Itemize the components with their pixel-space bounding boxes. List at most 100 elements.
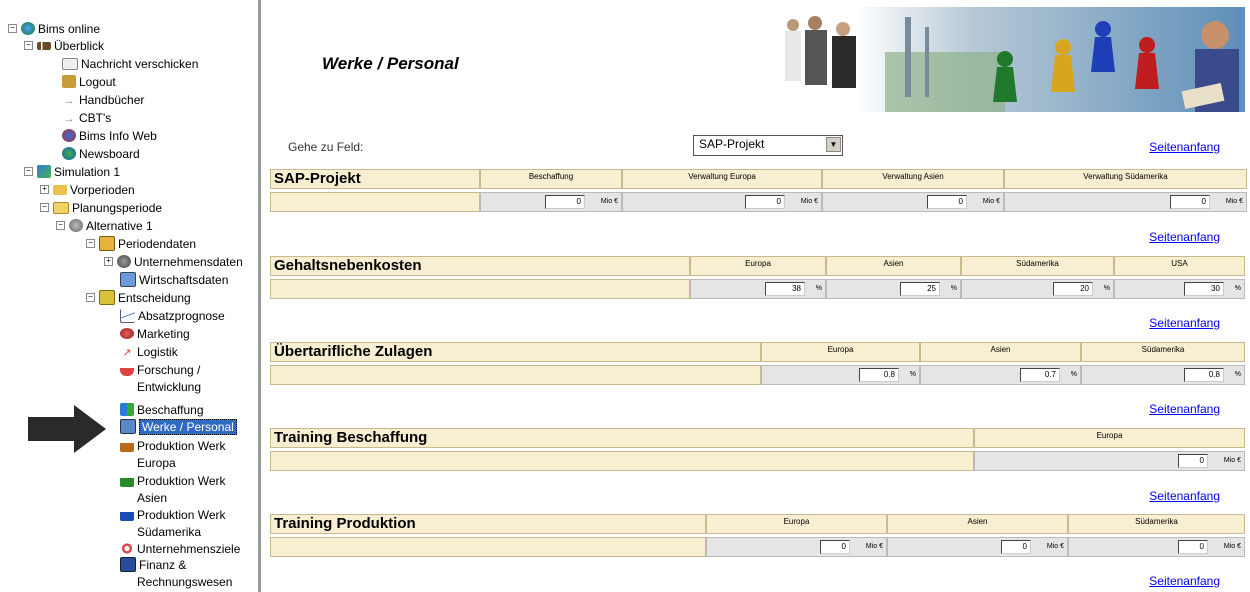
tree-item-unternehmensziele[interactable]: Unternehmensziele <box>120 540 240 556</box>
section-title: Übertarifliche Zulagen <box>270 342 761 362</box>
top-link[interactable]: Seitenanfang <box>1149 402 1220 416</box>
unit-label: Mio € <box>1223 543 1241 550</box>
logout-icon <box>62 75 76 89</box>
unit-label: % <box>1070 371 1077 378</box>
value-input[interactable]: 0 <box>820 540 850 554</box>
alternative-icon <box>69 219 83 233</box>
value-input[interactable]: 0 <box>745 195 785 209</box>
top-link[interactable]: Seitenanfang <box>1149 230 1220 244</box>
unit-label: Mio € <box>982 198 1000 205</box>
column-header: Südamerika <box>961 256 1114 276</box>
economy-icon <box>120 272 136 288</box>
column-header: Asien <box>887 514 1068 534</box>
expand-toggle-icon[interactable]: + <box>104 257 113 267</box>
folder-open-icon <box>53 201 69 214</box>
collapse-toggle-icon[interactable]: − <box>86 293 95 303</box>
value-input[interactable]: 0 <box>927 195 967 209</box>
tree-item-handbuecher[interactable]: → Handbücher <box>62 91 145 108</box>
personnel-icon <box>120 419 136 435</box>
collapse-toggle-icon[interactable]: − <box>24 41 33 51</box>
banner-image <box>785 7 1245 112</box>
section-title: Training Beschaffung <box>270 428 974 448</box>
tree-item-beschaffung[interactable]: Beschaffung <box>120 401 204 417</box>
tree-item-logout[interactable]: Logout <box>62 73 116 89</box>
newsboard-icon <box>62 147 76 161</box>
tree-item-forschung[interactable]: Forschung / Entwicklung <box>120 361 201 394</box>
page-title: Werke / Personal <box>322 54 459 73</box>
value-input[interactable]: 25 <box>900 282 940 296</box>
unit-label: Mio € <box>800 198 818 205</box>
value-input[interactable]: 0 <box>545 195 585 209</box>
collapse-toggle-icon[interactable]: − <box>40 203 49 213</box>
target-icon <box>120 542 134 556</box>
tree-item-produktion-asien[interactable]: Produktion Werk Asien <box>120 472 225 505</box>
company-icon <box>117 255 131 269</box>
goto-field-select[interactable]: SAP-Projekt ▼ <box>693 135 843 156</box>
decision-icon <box>99 290 115 306</box>
unit-label: % <box>950 285 957 292</box>
tree-item-newsboard[interactable]: Newsboard <box>62 145 140 161</box>
tree-item-produktion-suedamerika[interactable]: Produktion Werk Südamerika <box>120 506 225 539</box>
column-header: Europa <box>690 256 826 276</box>
dropdown-arrow-icon[interactable]: ▼ <box>826 137 841 152</box>
tree-item-entscheidung[interactable]: − Entscheidung <box>86 289 191 306</box>
unit-label: % <box>909 371 916 378</box>
value-input[interactable]: 38 <box>765 282 805 296</box>
tree-item-produktion-europa[interactable]: Produktion Werk Europa <box>120 437 225 470</box>
tree-item-wirtschaftsdaten[interactable]: Wirtschaftsdaten <box>120 271 228 288</box>
simulation-icon <box>37 165 51 179</box>
tree-item-alternative-1[interactable]: − Alternative 1 <box>56 217 153 233</box>
value-input[interactable]: 0 <box>1178 454 1208 468</box>
navigation-tree: − Bims online − Überblick Nachricht versch… <box>0 0 258 592</box>
unit-label: % <box>1234 285 1241 292</box>
section-title: Training Produktion <box>270 514 706 534</box>
top-link[interactable]: Seitenanfang <box>1149 574 1220 588</box>
tree-item-planungsperiode[interactable]: − Planungsperiode <box>40 199 162 215</box>
factory-icon <box>120 508 134 522</box>
section-title: Gehaltsnebenkosten <box>270 256 690 276</box>
book-icon <box>99 236 115 252</box>
top-link[interactable]: Seitenanfang <box>1149 316 1220 330</box>
link-icon: → <box>63 113 75 126</box>
tree-item-marketing[interactable]: Marketing <box>120 325 190 341</box>
tree-item-finanz[interactable]: Finanz & Rechnungswesen <box>120 556 232 589</box>
frame-divider[interactable] <box>258 0 267 592</box>
value-input[interactable]: 0 <box>1170 195 1210 209</box>
value-input[interactable]: 0 <box>1001 540 1031 554</box>
top-link[interactable]: Seitenanfang <box>1149 489 1220 503</box>
row-label-cell <box>270 365 761 385</box>
goto-field-label: Gehe zu Feld: <box>288 140 364 154</box>
value-input[interactable]: 0.8 <box>859 368 899 382</box>
tree-item-simulation-1[interactable]: − Simulation 1 <box>24 163 120 179</box>
overview-icon <box>37 41 51 50</box>
unit-label: Mio € <box>1223 457 1241 464</box>
collapse-toggle-icon[interactable]: − <box>56 221 65 231</box>
collapse-toggle-icon[interactable]: − <box>8 24 17 34</box>
tree-item-cbts[interactable]: → CBT's <box>62 109 112 126</box>
tree-item-vorperioden[interactable]: + Vorperioden <box>40 181 135 197</box>
collapse-toggle-icon[interactable]: − <box>86 239 95 249</box>
tree-item-werke-personal[interactable]: Werke / Personal <box>120 418 237 435</box>
envelope-icon <box>62 57 78 70</box>
tree-item-logistik[interactable]: ↗ Logistik <box>120 343 177 360</box>
tree-item-bims-online[interactable]: − Bims online <box>8 20 100 36</box>
expand-toggle-icon[interactable]: + <box>40 185 49 195</box>
tree-item-nachricht[interactable]: Nachricht verschicken <box>62 55 198 71</box>
collapse-toggle-icon[interactable]: − <box>24 167 33 177</box>
value-input[interactable]: 0.8 <box>1184 368 1224 382</box>
top-link[interactable]: Seitenanfang <box>1149 140 1220 154</box>
tree-item-ueberblick[interactable]: − Überblick <box>24 37 104 53</box>
tree-item-bims-info-web[interactable]: Bims Info Web <box>62 127 157 143</box>
tree-item-periodendaten[interactable]: − Periodendaten <box>86 235 196 252</box>
tree-item-unternehmensdaten[interactable]: + Unternehmensdaten <box>104 253 243 269</box>
value-input[interactable]: 20 <box>1053 282 1093 296</box>
marketing-icon <box>120 328 134 340</box>
chart-icon <box>120 308 135 323</box>
main-content: Werke / Personal Gehe zu Feld: SAP-Proje… <box>270 0 1250 592</box>
tree-item-absatzprognose[interactable]: Absatzprognose <box>120 307 225 323</box>
value-input[interactable]: 0 <box>1178 540 1208 554</box>
unit-label: Mio € <box>1225 198 1243 205</box>
value-input[interactable]: 30 <box>1184 282 1224 296</box>
value-input[interactable]: 0.7 <box>1020 368 1060 382</box>
row-label-cell <box>270 537 706 557</box>
